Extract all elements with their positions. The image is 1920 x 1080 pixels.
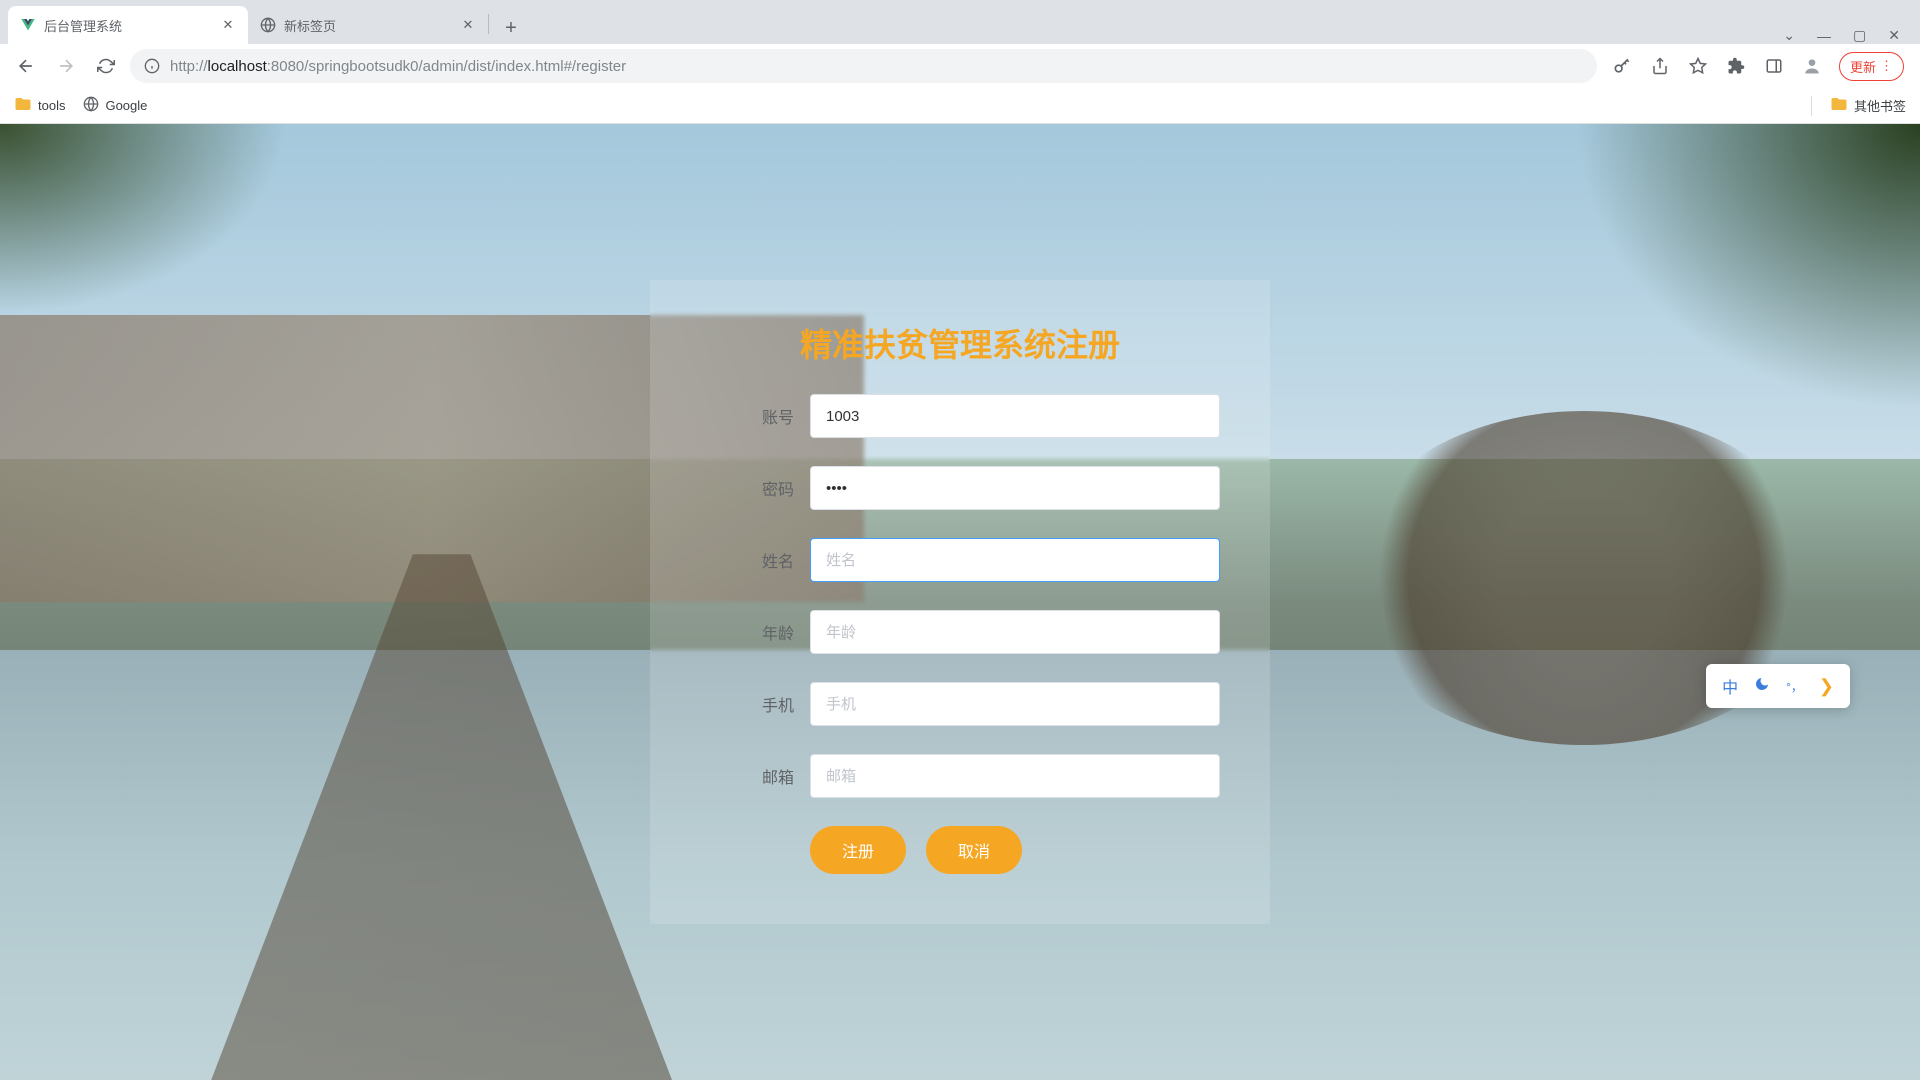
- forward-button[interactable]: [50, 50, 82, 82]
- bookmark-tools[interactable]: tools: [14, 95, 65, 116]
- account-label: 账号: [700, 404, 810, 428]
- phone-input[interactable]: [810, 682, 1220, 726]
- profile-icon[interactable]: [1801, 55, 1823, 77]
- name-input[interactable]: [810, 538, 1220, 582]
- form-title: 精准扶贫管理系统注册: [700, 320, 1220, 366]
- email-input[interactable]: [810, 754, 1220, 798]
- name-label: 姓名: [700, 548, 810, 572]
- chevron-down-icon[interactable]: ⌄: [1783, 27, 1795, 44]
- maximize-icon[interactable]: ▢: [1853, 27, 1866, 44]
- globe-icon: [260, 17, 276, 33]
- age-input[interactable]: [810, 610, 1220, 654]
- tab-new-page[interactable]: 新标签页 ✕: [248, 6, 488, 44]
- password-input[interactable]: [810, 466, 1220, 510]
- bookmark-separator: [1811, 96, 1812, 116]
- other-bookmarks[interactable]: 其他书签: [1830, 95, 1906, 116]
- vue-icon: [20, 17, 36, 33]
- close-icon[interactable]: ✕: [460, 17, 476, 33]
- site-info-icon[interactable]: [144, 58, 160, 74]
- form-row-email: 邮箱: [700, 754, 1220, 798]
- register-form: 精准扶贫管理系统注册 账号 密码 姓名 年龄 手机 邮箱 注册 取消: [650, 280, 1270, 924]
- ime-mode[interactable]: 中: [1722, 674, 1738, 698]
- register-button[interactable]: 注册: [810, 826, 906, 874]
- tab-admin[interactable]: 后台管理系统 ✕: [8, 6, 248, 44]
- share-icon[interactable]: [1649, 55, 1671, 77]
- address-bar-row: http://localhost:8080/springbootsudk0/ad…: [0, 44, 1920, 88]
- form-actions: 注册 取消: [700, 826, 1220, 874]
- address-bar[interactable]: http://localhost:8080/springbootsudk0/ad…: [130, 49, 1597, 83]
- tab-bar: 后台管理系统 ✕ 新标签页 ✕ + ⌄ — ▢ ✕: [0, 0, 1920, 44]
- toolbar-icons: 更新 ⋮: [1605, 52, 1910, 81]
- age-label: 年龄: [700, 620, 810, 644]
- tab-title: 后台管理系统: [44, 16, 122, 35]
- minimize-icon[interactable]: —: [1817, 28, 1831, 44]
- form-row-name: 姓名: [700, 538, 1220, 582]
- reload-button[interactable]: [90, 50, 122, 82]
- form-row-password: 密码: [700, 466, 1220, 510]
- phone-label: 手机: [700, 692, 810, 716]
- bookmark-google[interactable]: Google: [83, 96, 147, 115]
- password-label: 密码: [700, 476, 810, 500]
- browser-chrome: 后台管理系统 ✕ 新标签页 ✕ + ⌄ — ▢ ✕: [0, 0, 1920, 124]
- moon-icon[interactable]: [1754, 676, 1770, 697]
- ime-toolbar[interactable]: 中 °， ❯: [1706, 664, 1850, 708]
- back-button[interactable]: [10, 50, 42, 82]
- window-controls: ⌄ — ▢ ✕: [1783, 27, 1920, 44]
- close-window-icon[interactable]: ✕: [1888, 27, 1900, 44]
- form-row-age: 年龄: [700, 610, 1220, 654]
- form-row-phone: 手机: [700, 682, 1220, 726]
- bookmark-star-icon[interactable]: [1687, 55, 1709, 77]
- close-icon[interactable]: ✕: [220, 17, 236, 33]
- email-label: 邮箱: [700, 764, 810, 788]
- page-content: 精准扶贫管理系统注册 账号 密码 姓名 年龄 手机 邮箱 注册 取消: [0, 124, 1920, 1080]
- url-text: http://localhost:8080/springbootsudk0/ad…: [170, 58, 1583, 75]
- tab-title: 新标签页: [284, 16, 336, 35]
- folder-icon: [1830, 95, 1848, 116]
- globe-icon: [83, 96, 99, 115]
- chevron-right-icon[interactable]: ❯: [1819, 676, 1834, 697]
- new-tab-button[interactable]: +: [495, 12, 527, 44]
- cancel-button[interactable]: 取消: [926, 826, 1022, 874]
- password-key-icon[interactable]: [1611, 55, 1633, 77]
- menu-dots-icon: ⋮: [1880, 58, 1893, 74]
- update-button[interactable]: 更新 ⋮: [1839, 52, 1904, 81]
- account-input[interactable]: [810, 394, 1220, 438]
- form-row-account: 账号: [700, 394, 1220, 438]
- side-panel-icon[interactable]: [1763, 55, 1785, 77]
- folder-icon: [14, 95, 32, 116]
- extensions-icon[interactable]: [1725, 55, 1747, 77]
- bookmarks-bar: tools Google 其他书签: [0, 88, 1920, 124]
- ime-punct-icon[interactable]: °，: [1786, 678, 1803, 695]
- tab-divider: [488, 14, 489, 34]
